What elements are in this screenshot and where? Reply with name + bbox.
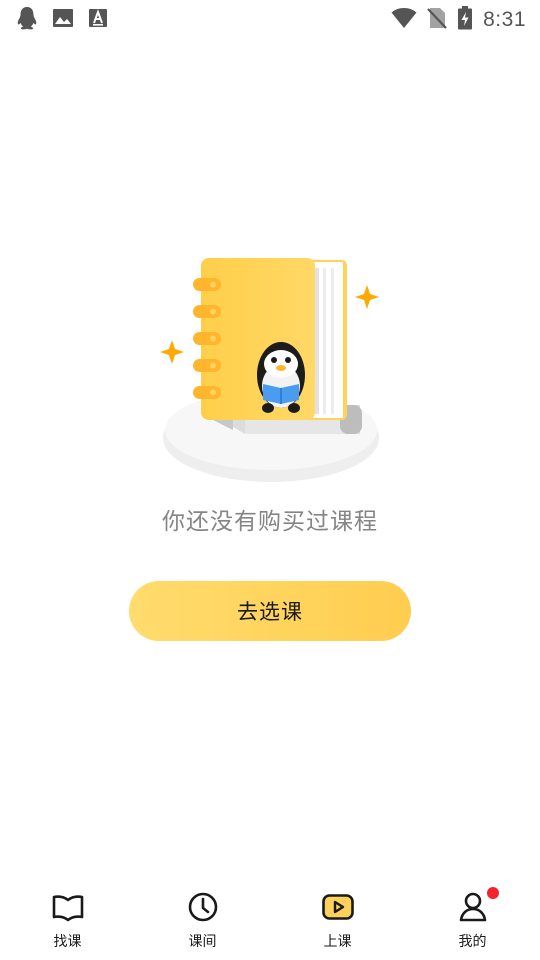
user-icon — [459, 892, 486, 922]
book-open-icon — [52, 895, 83, 922]
nav-label-break-time: 课间 — [188, 934, 217, 950]
wifi-icon — [391, 7, 417, 33]
app-screen: 8:31 你还没有购买过课程 去选课 找课 课间 上课 我的 — [0, 0, 540, 960]
nav-mine[interactable]: 我的 — [405, 878, 540, 960]
browse-courses-button[interactable]: 去选课 — [129, 581, 411, 641]
nav-find-courses[interactable]: 找课 — [0, 878, 135, 960]
clock-icon — [188, 892, 217, 922]
status-bar: 8:31 — [0, 0, 540, 36]
video-play-icon — [321, 894, 354, 920]
empty-courses-illustration — [155, 250, 385, 490]
font-icon — [88, 8, 108, 32]
qq-penguin-icon — [16, 6, 38, 34]
nav-label-mine: 我的 — [458, 934, 487, 950]
empty-state-message: 你还没有购买过课程 — [162, 509, 378, 535]
nav-break-time[interactable]: 课间 — [135, 878, 270, 960]
status-time: 8:31 — [483, 8, 526, 31]
status-bar-right: 8:31 — [391, 6, 526, 34]
notification-dot — [487, 887, 499, 899]
nav-label-find-courses: 找课 — [53, 934, 82, 950]
no-sim-icon — [427, 6, 447, 34]
nav-attend-class[interactable]: 上课 — [270, 878, 405, 960]
battery-charging-icon — [457, 6, 473, 34]
image-icon — [52, 8, 74, 32]
status-bar-left — [16, 6, 108, 34]
nav-label-attend-class: 上课 — [323, 934, 352, 950]
bottom-navigation: 找课 课间 上课 我的 — [0, 878, 540, 960]
